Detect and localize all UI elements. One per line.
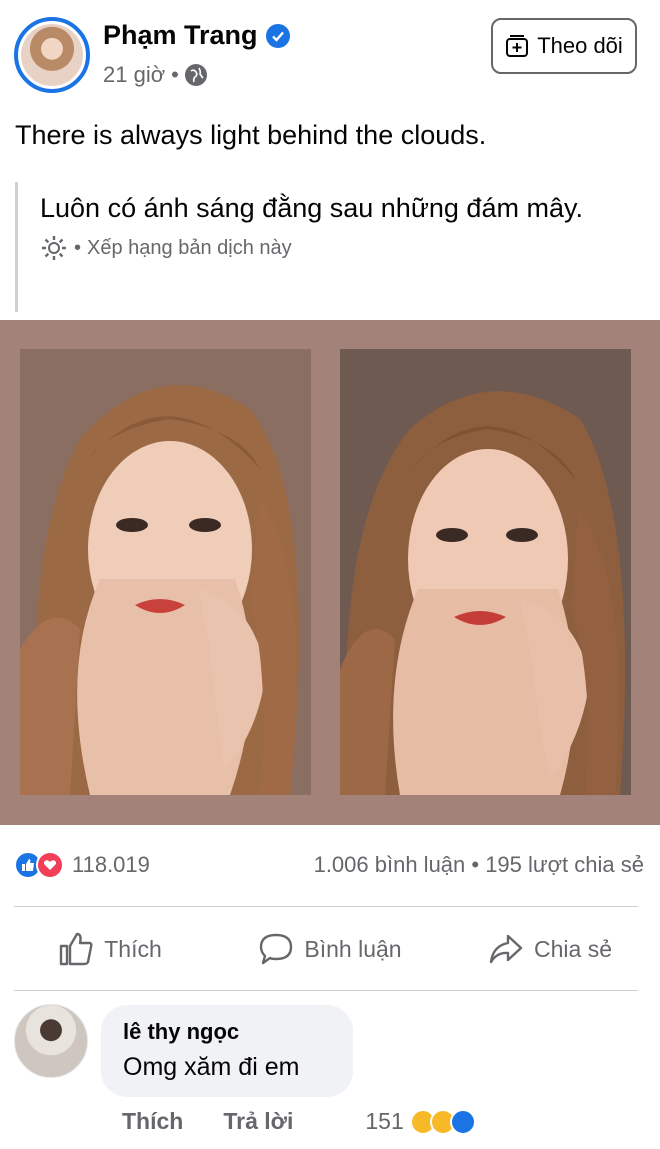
commenter-avatar[interactable] [14, 1004, 88, 1078]
comment-text: Omg xăm đi em [123, 1053, 300, 1081]
commenter-name[interactable]: lê thy ngọc [123, 1019, 331, 1045]
portrait-photo-right[interactable] [340, 349, 631, 795]
follow-button[interactable]: Theo dõi [491, 18, 637, 74]
comment-label: Bình luận [304, 935, 402, 962]
reactions-bar: 118.019 1.006 bình luận • 195 lượt chia … [14, 848, 644, 882]
comment-bubble-icon [260, 933, 293, 965]
globe-icon[interactable] [184, 64, 207, 86]
verified-badge-icon [265, 23, 290, 48]
like-button[interactable]: Thích [0, 920, 220, 978]
post-meta: 21 giờ • [103, 62, 207, 88]
portrait-photo-left[interactable] [20, 349, 311, 795]
comment-button[interactable]: Bình luận [220, 920, 440, 978]
thumbs-up-icon [60, 932, 93, 966]
follow-icon [506, 35, 529, 57]
comment-bubble[interactable]: lê thy ngọc Omg xăm đi em [101, 1005, 353, 1097]
comment-reply-button[interactable]: Trả lời [223, 1108, 293, 1135]
post-photo-panel[interactable] [0, 320, 660, 825]
post-actions: Thích Bình luận Chia sẻ [0, 920, 660, 978]
comment-like-button[interactable]: Thích [122, 1108, 183, 1135]
translation-block: Luôn có ánh sáng đằng sau những đám mây.… [15, 182, 615, 312]
reaction-count[interactable]: 118.019 [72, 852, 150, 878]
author-name[interactable]: Phạm Trang [103, 20, 258, 51]
divider [14, 906, 638, 907]
comment-reaction-count[interactable]: 151 [365, 1108, 403, 1135]
share-label: Chia sẻ [534, 935, 612, 962]
reaction-icons[interactable] [14, 851, 64, 879]
share-button[interactable]: Chia sẻ [440, 920, 660, 978]
author-name-row[interactable]: Phạm Trang [103, 20, 290, 51]
share-arrow-icon [489, 934, 523, 964]
meta-separator: • [171, 62, 179, 87]
comment-actions: Thích Trả lời 151 [122, 1108, 476, 1135]
post-header: Phạm Trang 21 giờ • Theo dõi [0, 0, 660, 110]
rate-separator: • [74, 236, 82, 259]
author-avatar[interactable] [14, 17, 90, 93]
like-reaction-icon [449, 1108, 476, 1135]
gear-icon [42, 236, 66, 260]
rate-translation-label[interactable]: Xếp hạng bản dịch này [87, 237, 292, 260]
divider [14, 990, 638, 991]
rate-translation[interactable]: • Xếp hạng bản dịch này [40, 234, 615, 262]
like-label: Thích [104, 935, 162, 962]
follow-label: Theo dõi [537, 33, 623, 58]
translation-text: Luôn có ánh sáng đằng sau những đám mây. [40, 193, 583, 223]
comments-shares-count[interactable]: 1.006 bình luận • 195 lượt chia sẻ [314, 852, 644, 878]
avatar-image [21, 24, 83, 86]
post-caption: There is always light behind the clouds. [15, 120, 487, 150]
love-reaction-icon [36, 851, 64, 879]
post-timestamp[interactable]: 21 giờ [103, 62, 165, 88]
